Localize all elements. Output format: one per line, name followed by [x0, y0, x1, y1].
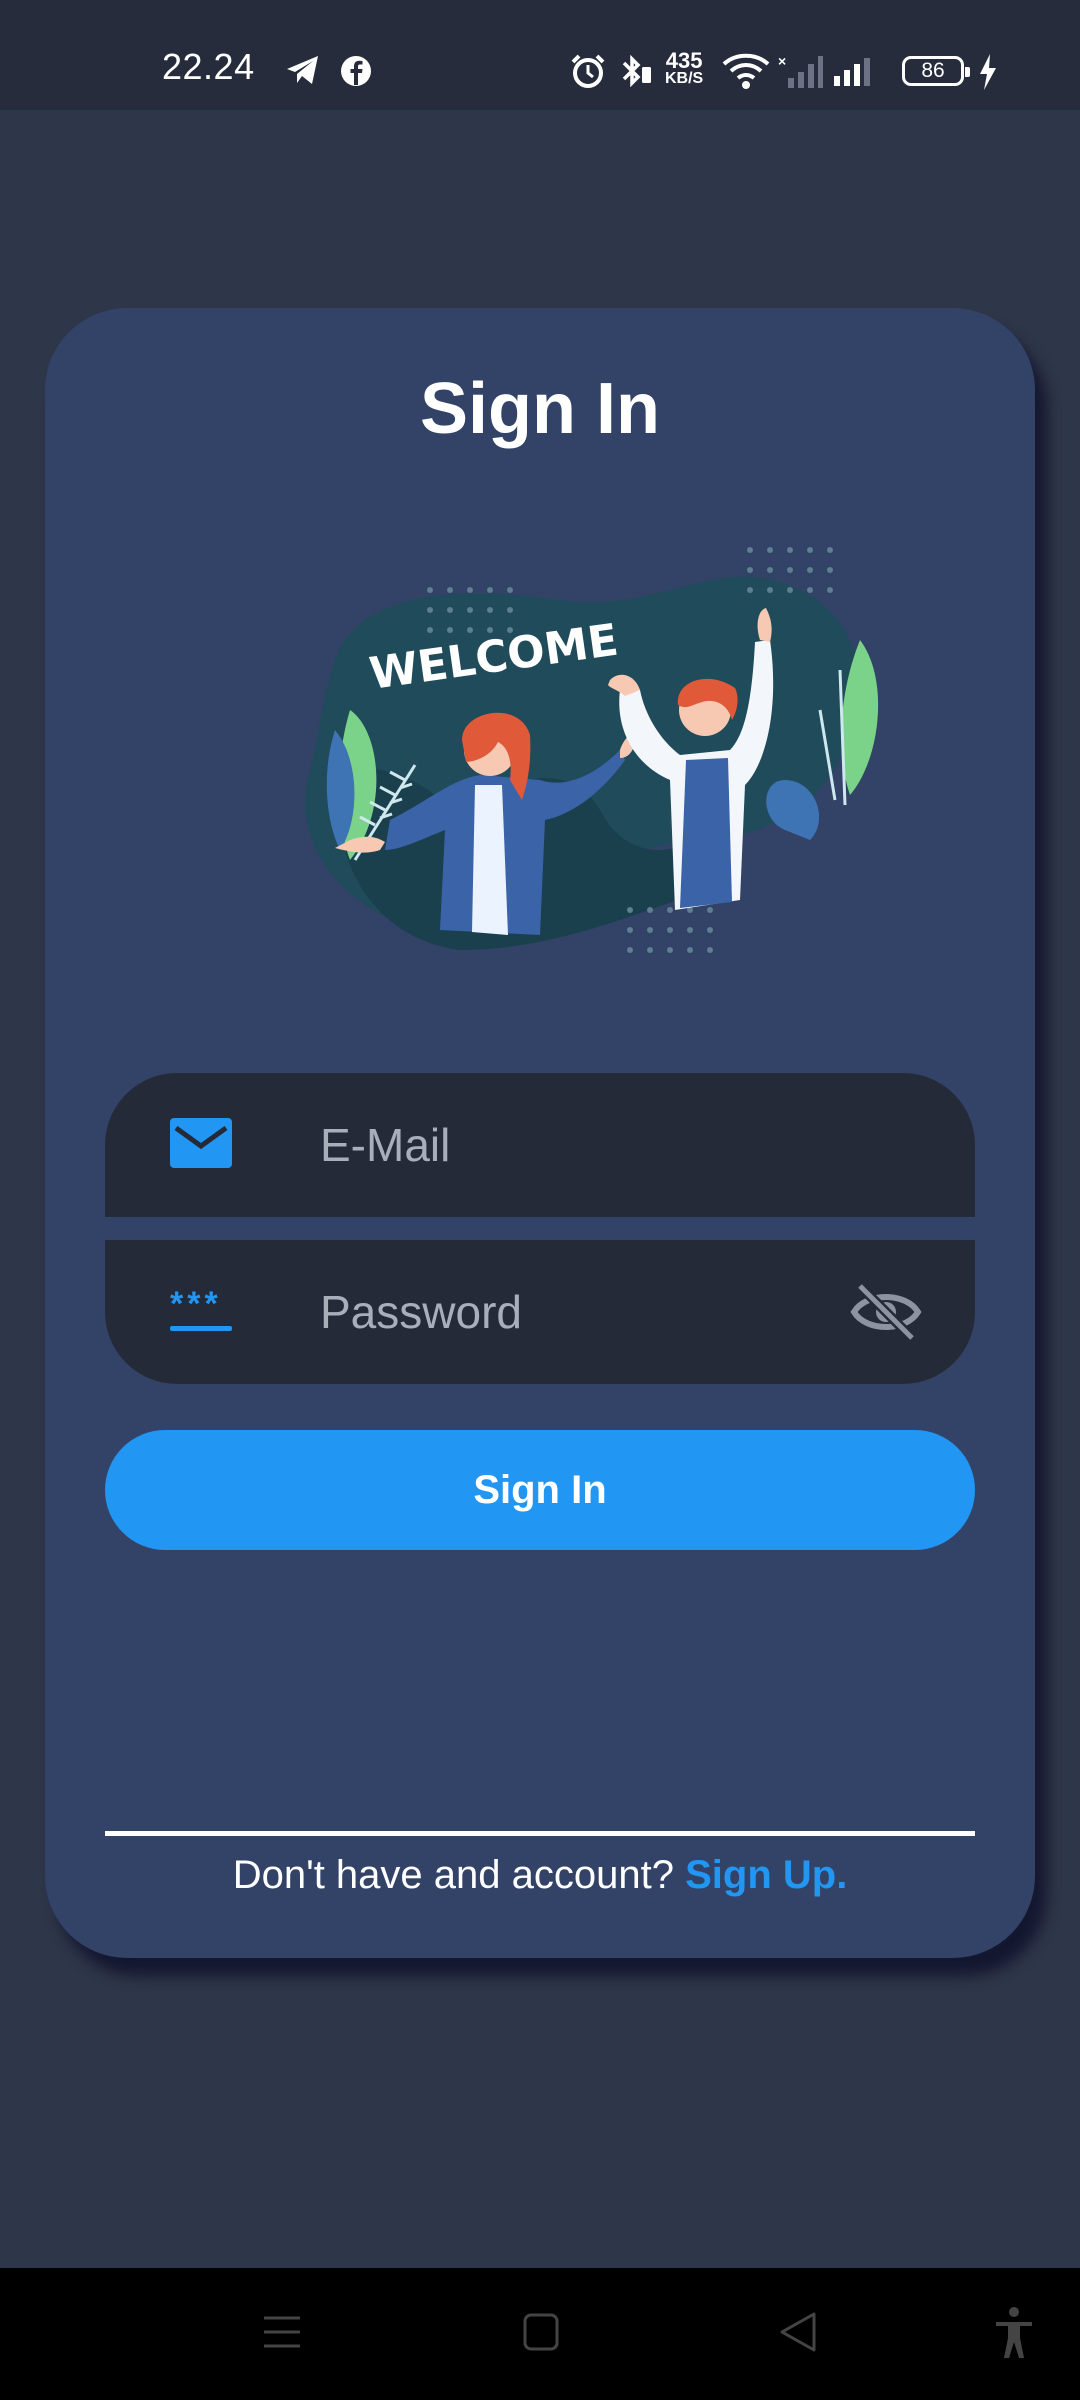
- telegram-icon: [285, 54, 321, 91]
- charging-icon: [978, 54, 998, 95]
- clock: 22.24: [162, 46, 255, 87]
- divider: [105, 1831, 975, 1836]
- back-icon[interactable]: [778, 2310, 818, 2359]
- signup-prompt: Don't have and account? Sign Up.: [45, 1853, 1035, 1898]
- sign-in-button[interactable]: Sign In: [105, 1430, 975, 1550]
- signal-icon: [834, 56, 876, 93]
- wifi-icon: [722, 52, 770, 95]
- navigation-bar: [0, 2268, 1080, 2400]
- bluetooth-icon: [618, 53, 654, 94]
- signup-prompt-text: Don't have and account?: [232, 1853, 686, 1897]
- eye-off-icon[interactable]: [850, 1282, 922, 1347]
- network-speed: 435 KB/S: [665, 48, 704, 88]
- svg-text:×: ×: [778, 54, 786, 69]
- email-input[interactable]: [320, 1109, 800, 1181]
- password-input[interactable]: [320, 1276, 800, 1348]
- sign-in-card: Sign In WELCOME E-Mail *** Sign In Don't…: [45, 308, 1035, 1958]
- welcome-illustration: WELCOME: [240, 530, 900, 995]
- password-icon: ***: [170, 1287, 232, 1331]
- password-field[interactable]: ***: [105, 1240, 975, 1384]
- alarm-icon: [570, 53, 606, 94]
- home-icon[interactable]: [522, 2312, 560, 2357]
- status-bar: 22.24 435 KB/S × 86: [0, 0, 1080, 110]
- signal-icon: ×: [778, 53, 823, 95]
- mail-icon: [170, 1118, 232, 1173]
- battery-indicator: 86: [902, 56, 970, 86]
- signup-link[interactable]: Sign Up.: [685, 1853, 847, 1897]
- page-title: Sign In: [420, 369, 660, 449]
- accessibility-icon[interactable]: [994, 2306, 1034, 2365]
- email-field[interactable]: [105, 1073, 975, 1217]
- menu-icon[interactable]: [262, 2312, 302, 2357]
- facebook-icon: [340, 55, 372, 92]
